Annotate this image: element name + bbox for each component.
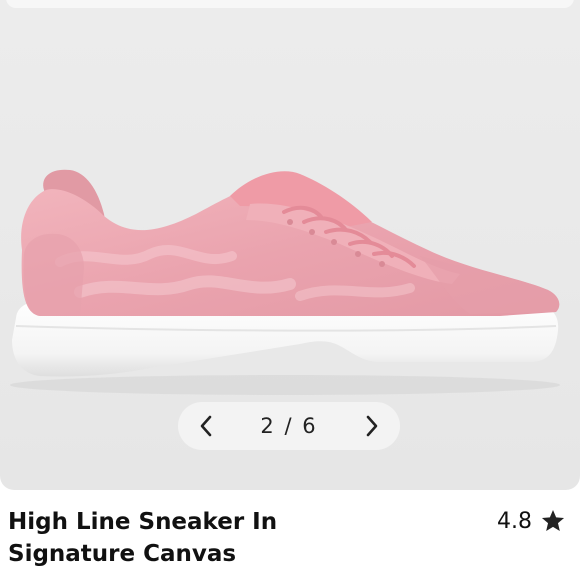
previous-image-button[interactable] (192, 412, 220, 440)
product-title-line-1: High Line Sneaker In (8, 509, 278, 535)
product-rating[interactable]: 4.8 (497, 508, 566, 534)
product-screen: 2 / 6 High Line Sneaker In Signature Can… (0, 0, 580, 580)
next-image-button[interactable] (358, 412, 386, 440)
chevron-right-icon (366, 415, 378, 437)
star-icon (541, 509, 565, 531)
image-counter: 2 / 6 (260, 414, 318, 438)
image-gallery[interactable]: 2 / 6 (0, 0, 580, 490)
rating-value: 4.8 (497, 508, 532, 534)
chevron-left-icon (200, 415, 212, 437)
product-title: High Line Sneaker In Signature Canvas (8, 506, 428, 570)
product-title-line-2: Signature Canvas (8, 541, 237, 567)
image-pager: 2 / 6 (178, 402, 400, 450)
